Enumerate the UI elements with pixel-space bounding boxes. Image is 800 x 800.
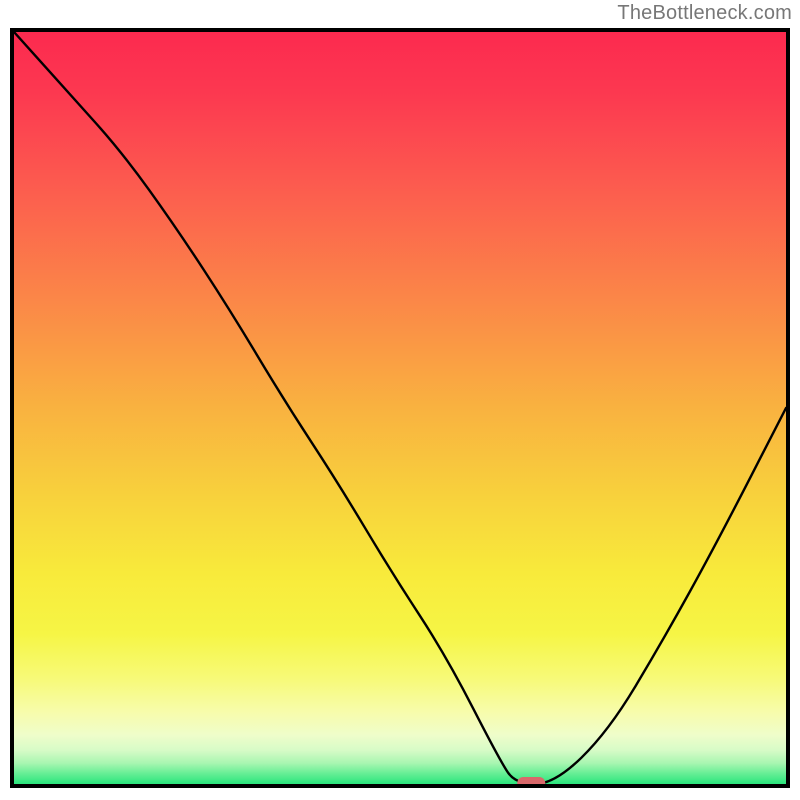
plot-area xyxy=(10,28,790,788)
gradient-background xyxy=(14,32,786,784)
chart-svg xyxy=(14,32,786,784)
attribution-text: TheBottleneck.com xyxy=(617,2,792,25)
chart-container: TheBottleneck.com xyxy=(0,0,800,800)
marker-point xyxy=(517,777,545,784)
